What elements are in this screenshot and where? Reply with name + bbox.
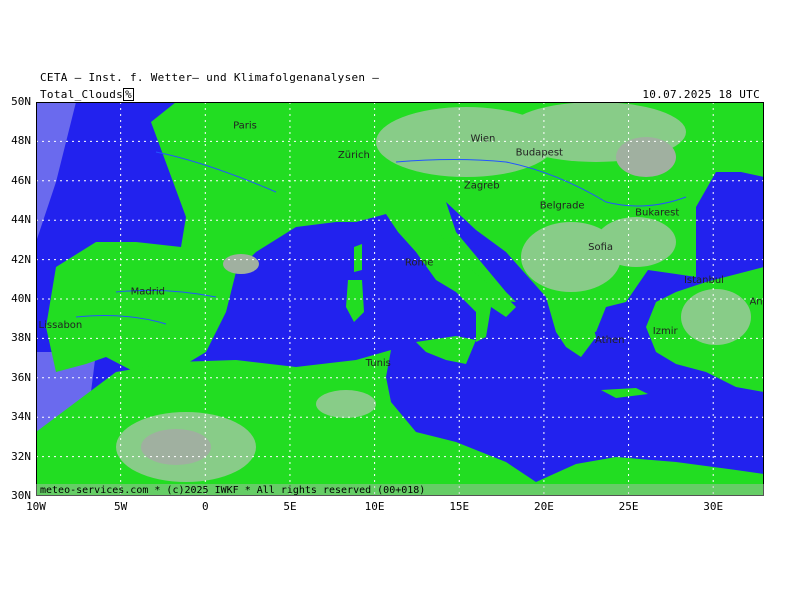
lat-tick-label: 50N [11, 95, 31, 108]
lon-tick-label: 10W [26, 500, 46, 513]
city-label: Lissabon [39, 320, 83, 331]
city-label: Ankara [749, 296, 764, 307]
city-label: Istanbul [684, 275, 724, 286]
valid-datetime: 10.07.2025 18 UTC [642, 88, 760, 101]
city-label: Izmir [653, 326, 679, 337]
lon-tick-label: 10E [364, 500, 385, 513]
city-label: Sofia [588, 242, 613, 253]
lat-tick-label: 48N [11, 134, 31, 148]
city-label: Zagreb [464, 181, 500, 192]
lat-tick-label: 40N [11, 292, 31, 305]
unit-box: % [123, 88, 135, 101]
lat-tick-label: 42N [11, 252, 31, 266]
lat-tick-label: 32N [11, 449, 31, 463]
lon-tick-label: 20E [533, 500, 554, 513]
lat-tick-label: 46N [11, 173, 31, 187]
city-label: Rome [405, 258, 434, 269]
lon-tick-label: 0 [201, 500, 209, 513]
copyright-footer: meteo-services.com * (c)2025 IWKF * All … [40, 485, 425, 496]
lon-tick-label: 25E [618, 500, 639, 513]
lon-tick-label: 5W [114, 500, 128, 513]
city-label: Zürich [338, 150, 370, 161]
lat-tick-label: 36N [11, 370, 31, 384]
lat-tick-label: 34N [11, 410, 31, 424]
parameter-name: Total_Clouds [40, 88, 124, 101]
city-label: Tunis [365, 358, 391, 369]
city-label: Wien [470, 133, 495, 144]
parameter-label: Total_Clouds% [40, 88, 135, 101]
lat-tick-label: 38N [11, 331, 31, 345]
lat-tick-label: 44N [11, 213, 31, 227]
city-label: Belgrade [540, 200, 585, 211]
city-label: Paris [233, 120, 257, 131]
cloud-cover-map: Paris Zürich Wien Budapest Zagreb Belgrade Buk… [36, 102, 764, 496]
city-label: Budapest [516, 147, 563, 158]
city-label: Bukarest [635, 208, 679, 219]
lon-tick-label: 30E [703, 500, 724, 513]
city-label: Madrid [131, 287, 165, 298]
lon-tick-label: 15E [449, 500, 470, 513]
institute-title: CETA — Inst. f. Wetter— und Klimafolgena… [40, 71, 380, 84]
lon-tick-label: 5E [283, 500, 297, 513]
city-label: Athen [595, 335, 624, 346]
